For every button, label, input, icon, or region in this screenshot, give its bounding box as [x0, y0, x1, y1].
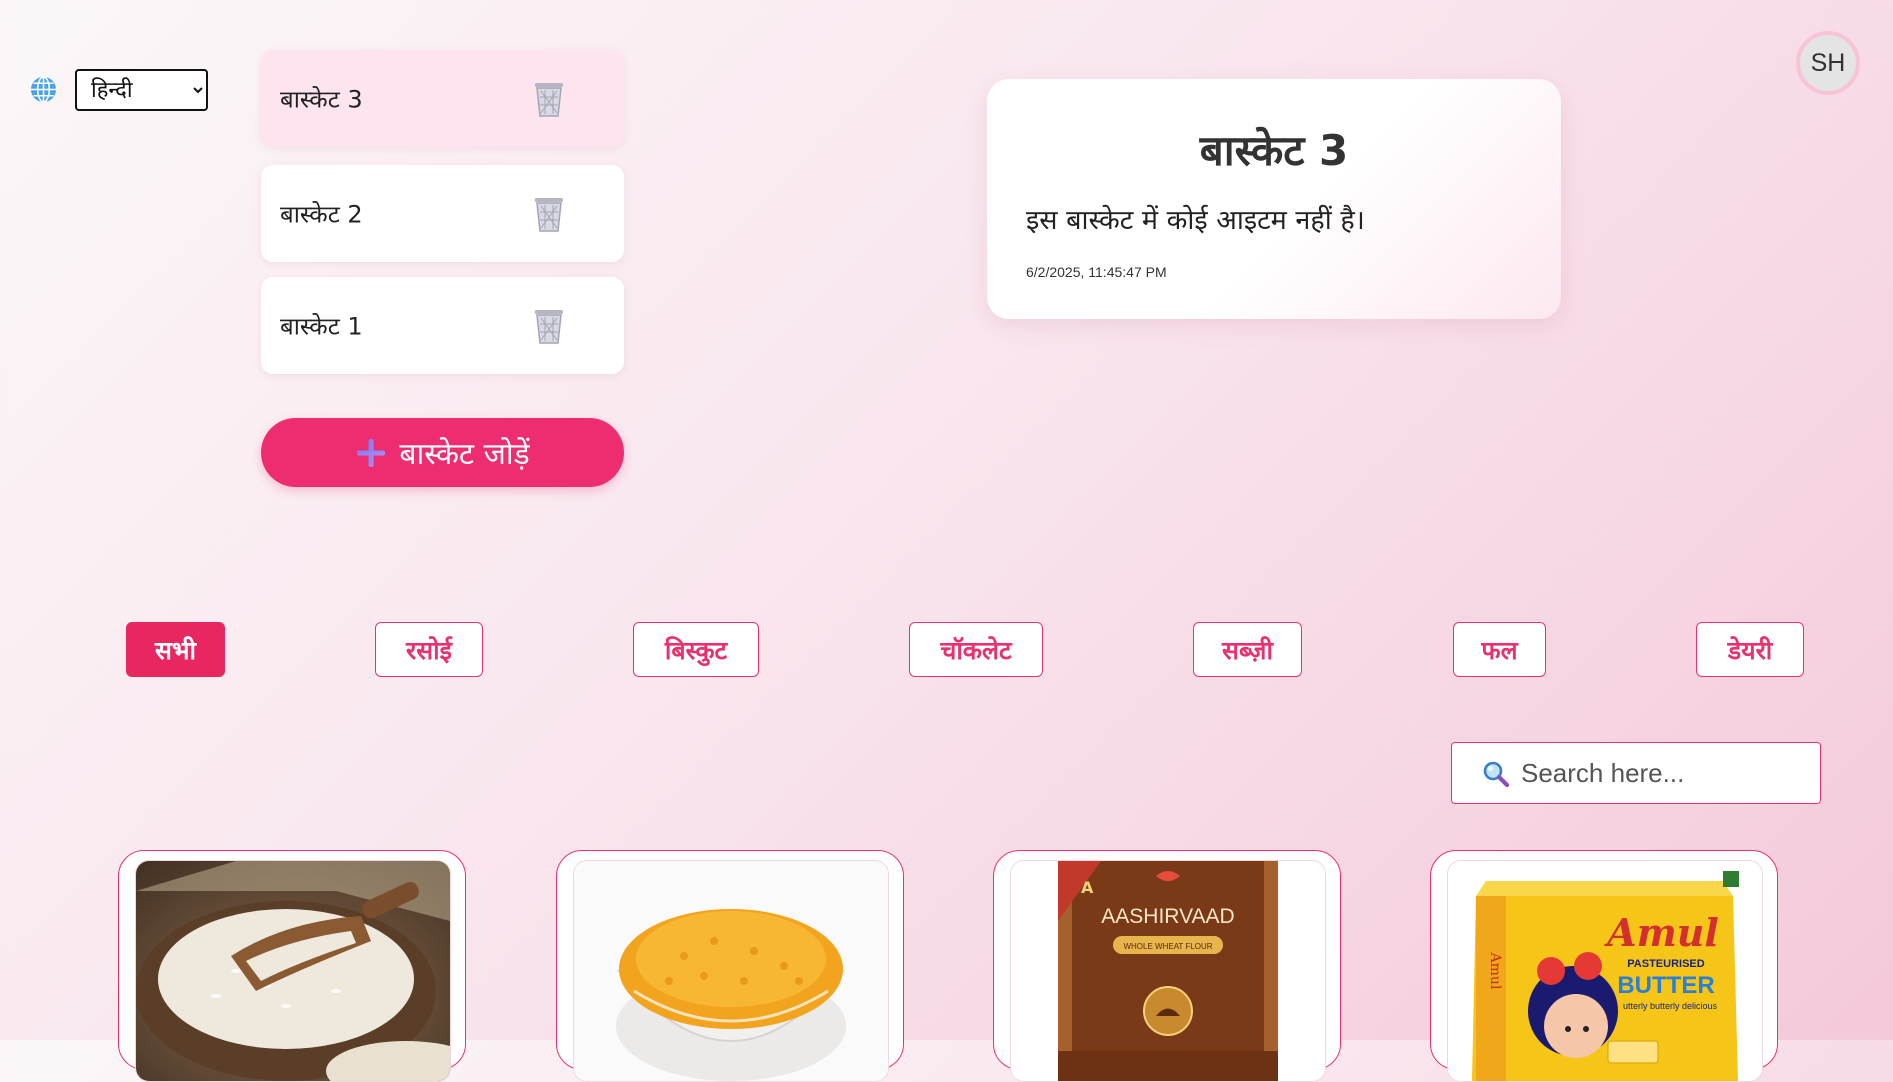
- add-basket-button[interactable]: बास्केट जोड़ें: [261, 418, 624, 487]
- trash-icon[interactable]: [532, 79, 566, 119]
- rice-bowl-image: [136, 861, 450, 1081]
- search-input[interactable]: [1519, 743, 1813, 804]
- category-label: डेयरी: [1727, 635, 1773, 665]
- butter-tagline-text: utterly butterly delicious: [1623, 1001, 1718, 1011]
- magnifier-icon: [1483, 761, 1510, 788]
- category-all[interactable]: सभी: [126, 622, 225, 677]
- avatar-initials: SH: [1810, 48, 1846, 77]
- basket-label: बास्केट 1: [280, 312, 363, 340]
- globe-icon: [30, 76, 57, 103]
- category-label: बिस्कुट: [664, 635, 728, 665]
- flour-subtitle-text: WHOLE WHEAT FLOUR: [1123, 942, 1212, 951]
- product-image-frame: [135, 860, 451, 1082]
- category-fruit[interactable]: फल: [1453, 622, 1546, 677]
- product-card-lentils[interactable]: [556, 850, 904, 1082]
- category-label: रसोई: [406, 635, 452, 665]
- basket-label: बास्केट 2: [280, 200, 363, 228]
- category-dairy[interactable]: डेयरी: [1696, 622, 1804, 677]
- product-card-flour[interactable]: A AASHIRVAAD WHOLE WHEAT FLOUR: [993, 850, 1341, 1082]
- category-label: सभी: [155, 635, 196, 665]
- category-label: सब्ज़ी: [1222, 635, 1273, 665]
- product-image-frame: Amul Amul PASTEURISED BUTTER utterly but…: [1447, 860, 1763, 1082]
- category-label: चॉकलेट: [940, 635, 1012, 665]
- flour-brand-text: AASHIRVAAD: [1101, 905, 1234, 928]
- butter-tag1-text: PASTEURISED: [1627, 958, 1704, 970]
- lentils-bowl-image: [574, 861, 888, 1081]
- basket-item-1[interactable]: बास्केट 1: [261, 277, 624, 374]
- category-kitchen[interactable]: रसोई: [375, 622, 483, 677]
- product-card-butter[interactable]: Amul Amul PASTEURISED BUTTER utterly but…: [1430, 850, 1778, 1082]
- svg-text:Amul: Amul: [1487, 952, 1503, 990]
- category-label: फल: [1481, 635, 1518, 665]
- basket-item-2[interactable]: बास्केट 2: [261, 165, 624, 262]
- trash-icon[interactable]: [532, 306, 566, 346]
- language-select[interactable]: हिन्दी: [75, 69, 208, 111]
- product-image-frame: [573, 860, 889, 1082]
- basket-timestamp: 6/2/2025, 11:45:47 PM: [1026, 264, 1167, 280]
- product-card-rice[interactable]: [118, 850, 466, 1082]
- basket-detail-card: बास्केट 3 इस बास्केट में कोई आइटम नहीं ह…: [987, 79, 1561, 319]
- user-avatar[interactable]: SH: [1796, 31, 1860, 95]
- trash-icon[interactable]: [532, 194, 566, 234]
- empty-basket-message: इस बास्केट में कोई आइटम नहीं है।: [1026, 205, 1365, 236]
- category-chocolate[interactable]: चॉकलेट: [909, 622, 1043, 677]
- basket-detail-title: बास्केट 3: [1199, 126, 1349, 175]
- product-image-frame: A AASHIRVAAD WHOLE WHEAT FLOUR: [1010, 860, 1326, 1082]
- butter-brand-text: Amul: [1604, 910, 1719, 955]
- basket-item-3[interactable]: बास्केट 3: [261, 50, 624, 147]
- category-biscuit[interactable]: बिस्कुट: [633, 622, 759, 677]
- butter-pack-image: Amul Amul PASTEURISED BUTTER utterly but…: [1448, 861, 1762, 1081]
- basket-label: बास्केट 3: [280, 85, 363, 113]
- category-vegetable[interactable]: सब्ज़ी: [1193, 622, 1302, 677]
- add-basket-label: बास्केट जोड़ें: [399, 437, 530, 472]
- butter-tag2-text: BUTTER: [1617, 972, 1714, 999]
- search-box[interactable]: [1451, 742, 1821, 804]
- flour-pack-image: A AASHIRVAAD WHOLE WHEAT FLOUR: [1011, 861, 1325, 1081]
- plus-icon: [357, 438, 386, 467]
- svg-text:A: A: [1081, 878, 1094, 897]
